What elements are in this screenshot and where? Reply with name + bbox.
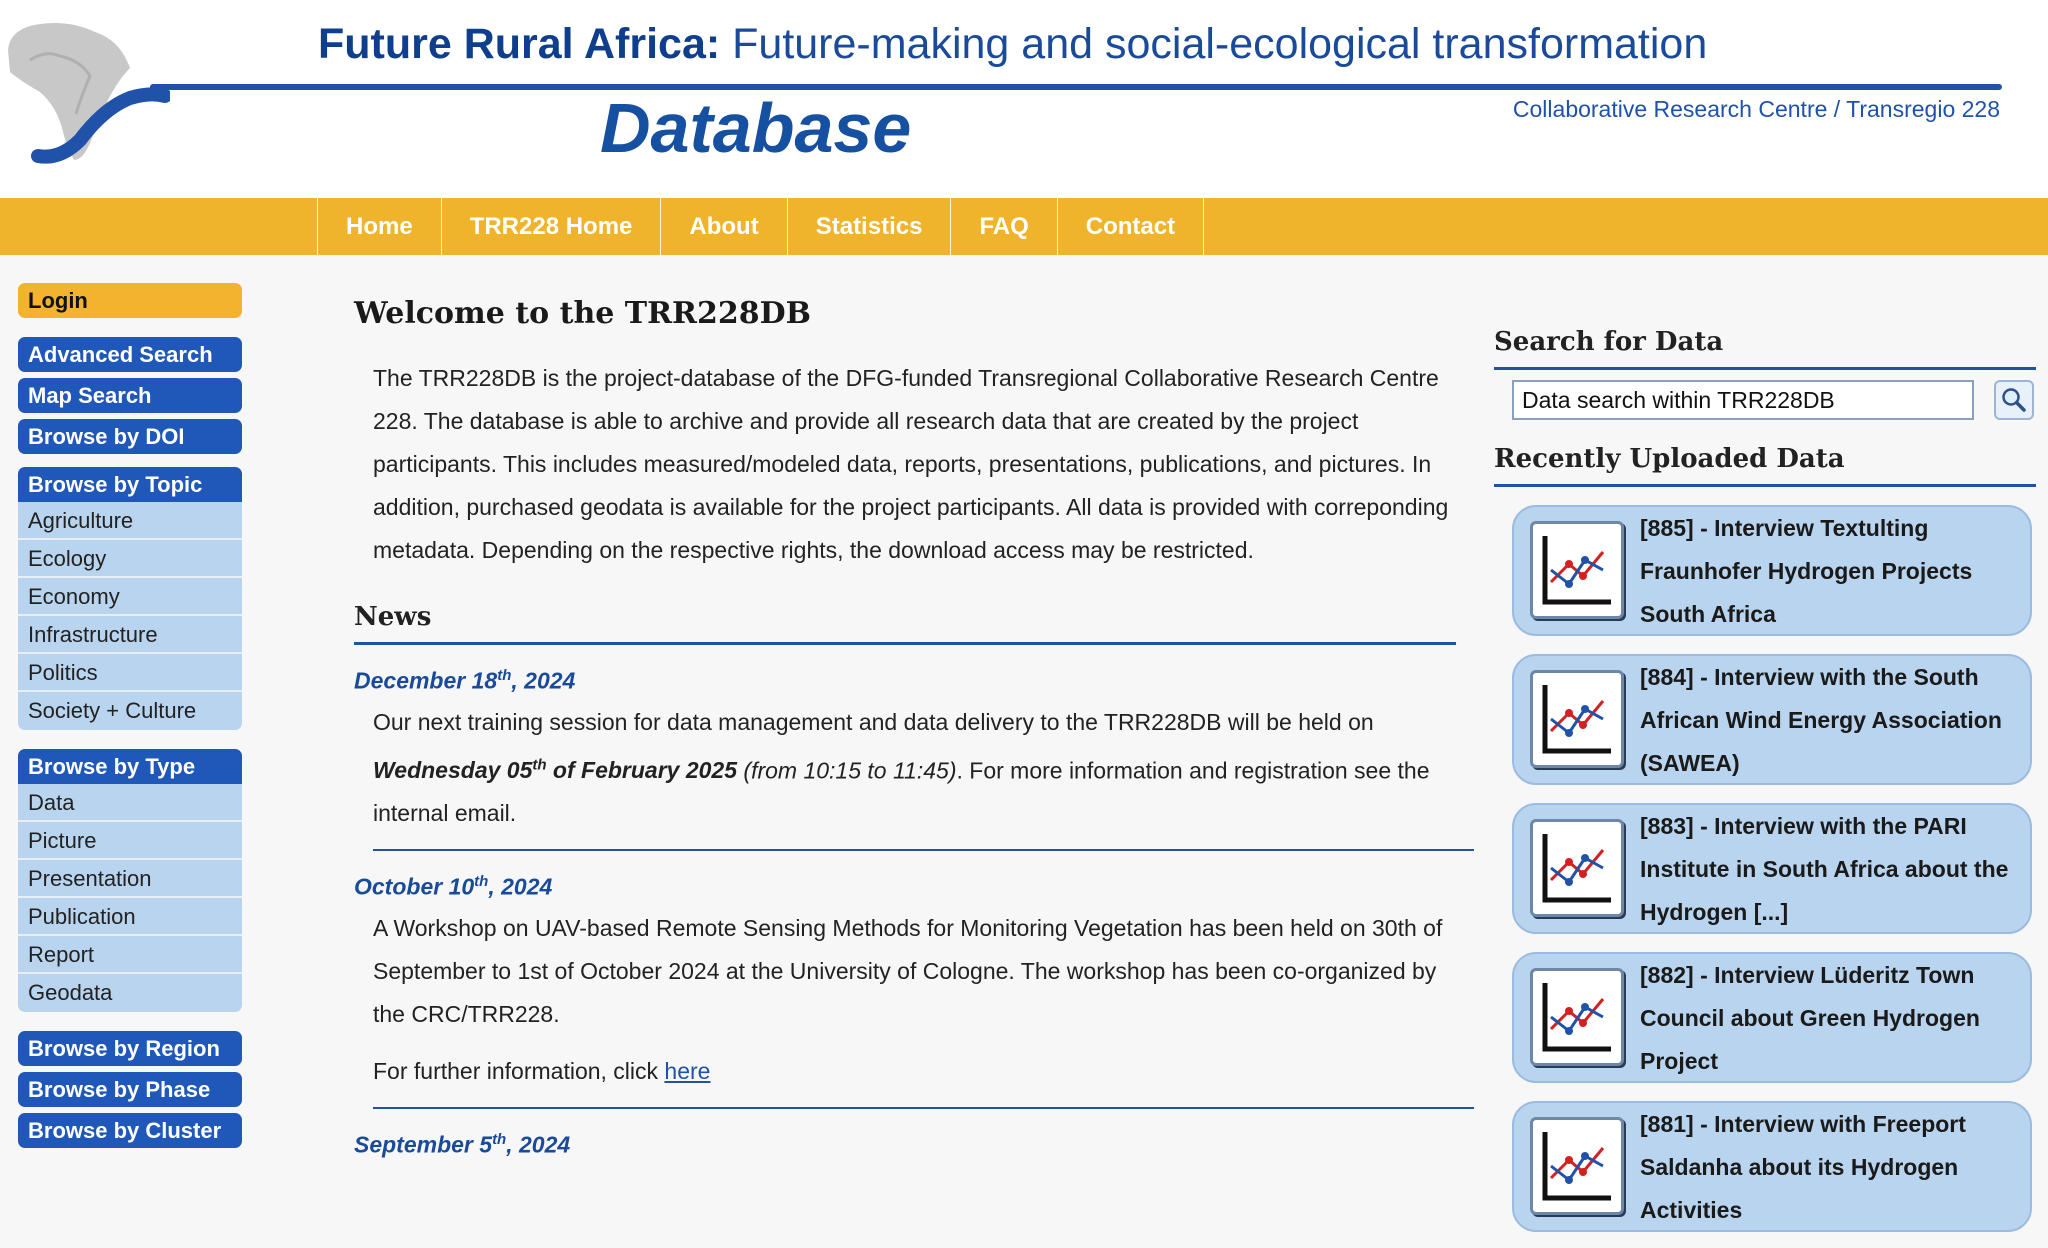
- browse-by-phase-button[interactable]: Browse by Phase: [18, 1072, 242, 1107]
- recent-data-list: [885] - Interview Textulting Fraunhofer …: [1494, 505, 2036, 1232]
- site-title: Future Rural Africa: Future-making and s…: [318, 20, 1708, 68]
- intro-paragraph: The TRR228DB is the project-database of …: [373, 365, 1449, 563]
- news-body: Our next training session for data manag…: [373, 708, 1430, 827]
- login-button[interactable]: Login: [18, 283, 242, 318]
- topic-economy[interactable]: Economy: [18, 578, 242, 616]
- main-nav: Home TRR228 Home About Statistics FAQ Co…: [0, 198, 2048, 255]
- search-row: [1494, 380, 2036, 420]
- recent-item-title: [882] - Interview Lüderitz Town Council …: [1640, 962, 1980, 1074]
- topic-infrastructure[interactable]: Infrastructure: [18, 616, 242, 654]
- nav-about[interactable]: About: [661, 198, 788, 255]
- left-sidebar: Login Advanced Search Map Search Browse …: [18, 283, 242, 1154]
- map-search-button[interactable]: Map Search: [18, 378, 242, 413]
- site-header: Future Rural Africa: Future-making and s…: [0, 0, 2048, 198]
- browse-by-region-button[interactable]: Browse by Region: [18, 1031, 242, 1066]
- news-heading: News: [354, 602, 1456, 645]
- recent-item[interactable]: [885] - Interview Textulting Fraunhofer …: [1512, 505, 2032, 636]
- africa-map-logo: [8, 23, 170, 164]
- recent-item-title: [883] - Interview with the PARI Institut…: [1640, 813, 2009, 925]
- news-body: A Workshop on UAV-based Remote Sensing M…: [373, 914, 1443, 1027]
- line-chart-icon: [1530, 819, 1624, 917]
- nav-trr228-home[interactable]: TRR228 Home: [442, 198, 662, 255]
- site-subtitle: Database: [600, 89, 912, 167]
- news-date: September 5th, 2024: [354, 1130, 571, 1158]
- type-presentation[interactable]: Presentation: [18, 860, 242, 898]
- recent-item[interactable]: [883] - Interview with the PARI Institut…: [1512, 803, 2032, 934]
- page-title: Welcome to the TRR228DB: [354, 296, 811, 331]
- line-chart-icon: [1530, 968, 1624, 1066]
- type-geodata[interactable]: Geodata: [18, 974, 242, 1012]
- type-group: Browse by Type Data Picture Presentation…: [18, 749, 242, 1012]
- topic-group: Browse by Topic Agriculture Ecology Econ…: [18, 467, 242, 730]
- recent-item[interactable]: [881] - Interview with Freeport Saldanha…: [1512, 1101, 2032, 1232]
- type-data[interactable]: Data: [18, 784, 242, 822]
- search-button[interactable]: [1994, 380, 2034, 420]
- line-chart-icon: [1530, 670, 1624, 768]
- line-chart-icon: [1530, 521, 1624, 619]
- recent-item[interactable]: [882] - Interview Lüderitz Town Council …: [1512, 952, 2032, 1083]
- news-date: October 10th, 2024: [354, 873, 553, 900]
- news-here-link[interactable]: here: [664, 1058, 710, 1084]
- news-date: December 18th, 2024: [354, 667, 576, 694]
- news-further-info: For further information, click here: [373, 1057, 711, 1084]
- search-icon: [2002, 388, 2026, 412]
- topic-ecology[interactable]: Ecology: [18, 540, 242, 578]
- nav-contact[interactable]: Contact: [1058, 198, 1205, 255]
- crc-label: Collaborative Research Centre / Transreg…: [1512, 96, 2000, 122]
- recent-item-title: [884] - Interview with the South African…: [1640, 664, 2002, 776]
- right-sidebar: Search for Data Recently Uploaded Data […: [1494, 327, 2036, 1248]
- topic-politics[interactable]: Politics: [18, 654, 242, 692]
- type-picture[interactable]: Picture: [18, 822, 242, 860]
- main-content: Welcome to the TRR228DB The TRR228DB is …: [354, 296, 1474, 1159]
- browse-by-cluster-button[interactable]: Browse by Cluster: [18, 1113, 242, 1148]
- news-divider: [373, 1106, 1474, 1109]
- browse-misc-group: Browse by Region Browse by Phase Browse …: [18, 1031, 242, 1148]
- recent-heading: Recently Uploaded Data: [1494, 444, 2036, 487]
- topic-agriculture[interactable]: Agriculture: [18, 502, 242, 540]
- recent-item-title: [885] - Interview Textulting Fraunhofer …: [1640, 515, 1973, 627]
- type-report[interactable]: Report: [18, 936, 242, 974]
- header-divider: [150, 84, 2002, 90]
- recent-item[interactable]: [884] - Interview with the South African…: [1512, 654, 2032, 785]
- data-search-input[interactable]: [1512, 380, 1974, 420]
- nav-faq[interactable]: FAQ: [951, 198, 1058, 255]
- topic-society-culture[interactable]: Society + Culture: [18, 692, 242, 730]
- type-publication[interactable]: Publication: [18, 898, 242, 936]
- recent-item-title: [881] - Interview with Freeport Saldanha…: [1640, 1111, 1966, 1223]
- browse-by-topic-button[interactable]: Browse by Topic: [18, 467, 242, 502]
- news-divider: [373, 849, 1474, 852]
- search-heading: Search for Data: [1494, 327, 2036, 370]
- advanced-search-button[interactable]: Advanced Search: [18, 337, 242, 372]
- browse-by-type-button[interactable]: Browse by Type: [18, 749, 242, 784]
- nav-home[interactable]: Home: [318, 198, 442, 255]
- nav-statistics[interactable]: Statistics: [788, 198, 952, 255]
- browse-by-doi-button[interactable]: Browse by DOI: [18, 419, 242, 454]
- line-chart-icon: [1530, 1117, 1624, 1215]
